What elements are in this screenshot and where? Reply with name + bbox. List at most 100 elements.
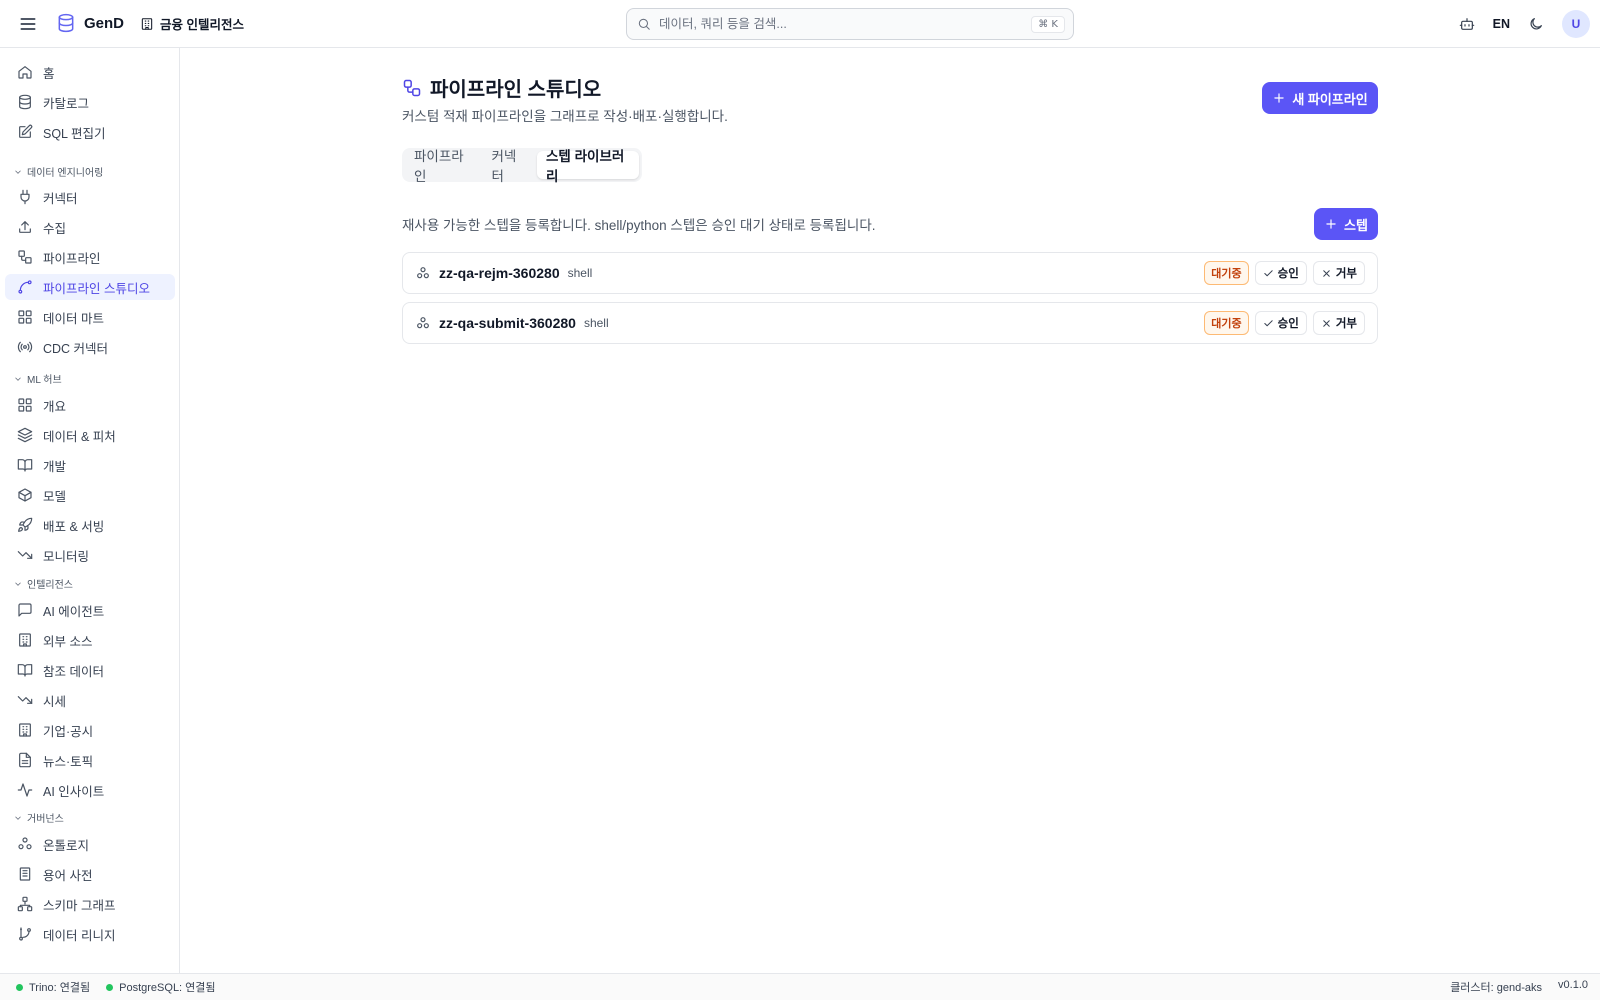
chevron-down-icon [13,374,23,384]
sidebar-item-home[interactable]: 홈 [5,59,175,85]
sidebar-item-label: 모델 [43,489,67,504]
sidebar-item-label: 시세 [43,694,67,709]
sidebar-item-schema-graph[interactable]: 스키마 그래프 [5,891,175,917]
sidebar-item-label: AI 에이전트 [43,604,105,619]
postgres-status: PostgreSQL: 연결됨 [106,979,216,995]
search-input[interactable] [659,17,1024,31]
database-icon [56,12,76,34]
sidebar-item-data-features[interactable]: 데이터 & 피처 [5,422,175,448]
menu-icon[interactable] [18,14,38,34]
avatar[interactable]: U [1562,10,1590,38]
sidebar-item-deploy-serving[interactable]: 배포 & 서빙 [5,512,175,538]
sidebar-item-label: 데이터 리니지 [43,928,116,943]
sidebar-item-market-prices[interactable]: 시세 [5,687,175,713]
trending-down-icon [17,547,33,563]
step-type: shell [567,266,593,280]
top-bar: GenD 금융 인텔리전스 ⌘ K EN U [0,0,1600,48]
layers-icon [17,427,33,443]
bot-icon[interactable] [1457,14,1477,34]
sidebar-item-sql-editor[interactable]: SQL 편집기 [5,119,175,145]
sidebar-group-data-engineering[interactable]: 데이터 엔지니어링 [13,164,103,179]
brand-logo[interactable]: GenD [56,12,124,34]
sidebar-item-company-filings[interactable]: 기업·공시 [5,717,175,743]
trending-down-icon [17,692,33,708]
tab-pipelines[interactable]: 파이프라인 [405,149,481,184]
close-icon [1321,268,1332,279]
boxes-icon [415,265,431,281]
approve-button[interactable]: 승인 [1254,261,1307,285]
edit-icon [17,124,33,140]
status-bar: Trino: 연결됨 PostgreSQL: 연결됨 클러스터: gend-ak… [0,973,1600,1000]
status-dot [106,983,114,991]
check-icon [1263,268,1274,279]
reject-button[interactable]: 거부 [1312,261,1365,285]
sidebar-item-pipeline-studio[interactable]: 파이프라인 스튜디오 [5,274,175,300]
add-step-button[interactable]: 스텝 [1314,208,1378,240]
sidebar-group-label: 인텔리전스 [27,580,73,591]
sidebar-item-ai-insights[interactable]: AI 인사이트 [5,777,175,803]
workflow-icon [402,78,422,98]
status-badge: 대기중 [1204,261,1249,285]
sidebar-group-label: 데이터 엔지니어링 [27,168,104,179]
version-label: v0.1.0 [1558,979,1588,991]
sidebar-item-label: 모니터링 [43,549,90,564]
language-toggle[interactable]: EN [1493,17,1510,31]
reject-button[interactable]: 거부 [1312,311,1365,335]
plug-icon [17,189,33,205]
sidebar-item-label: 수집 [43,221,67,236]
sidebar-item-monitoring[interactable]: 모니터링 [5,542,175,568]
sidebar-item-reference-data[interactable]: 참조 데이터 [5,657,175,683]
step-name: zz-qa-rejm-360280 [439,265,560,281]
sidebar-item-glossary[interactable]: 용어 사전 [5,861,175,887]
tab-connectors[interactable]: 커넥터 [483,149,536,184]
workspace-name: 금융 인텔리전스 [160,18,244,32]
shortcut-hint: ⌘ K [1031,15,1065,33]
sidebar-group-intelligence[interactable]: 인텔리전스 [13,576,73,591]
sidebar-item-data-lineage[interactable]: 데이터 리니지 [5,921,175,947]
global-search[interactable]: ⌘ K [626,8,1074,40]
tab-bar: 파이프라인 커넥터 스텝 라이브러리 [402,148,642,184]
sidebar-item-label: 파이프라인 [43,251,101,266]
moon-icon[interactable] [1526,14,1546,34]
sidebar-item-label: 데이터 & 피처 [43,429,116,444]
workspace-selector[interactable]: 금융 인텔리전스 [140,14,244,33]
chevron-down-icon [13,167,23,177]
sidebar-item-label: 용어 사전 [43,868,93,883]
sidebar-item-news-topics[interactable]: 뉴스·토픽 [5,747,175,773]
new-pipeline-button[interactable]: 새 파이프라인 [1262,82,1378,114]
sidebar-item-cdc-connectors[interactable]: CDC 커넥터 [5,334,175,360]
sidebar-item-pipelines[interactable]: 파이프라인 [5,244,175,270]
check-icon [1263,318,1274,329]
cluster-label: 클러스터: gend-aks [1450,982,1543,994]
sidebar-item-ai-agent[interactable]: AI 에이전트 [5,597,175,623]
search-icon [637,17,651,31]
home-icon [17,64,33,80]
sidebar-item-ontology[interactable]: 온톨로지 [5,831,175,857]
book-open-icon [17,662,33,678]
plus-icon [1324,217,1338,231]
sidebar-item-external-sources[interactable]: 외부 소스 [5,627,175,653]
step-actions: 대기중 승인 거부 [1204,311,1365,335]
sidebar-item-label: 기업·공시 [43,724,94,739]
sidebar-item-label: 배포 & 서빙 [43,519,105,534]
sidebar-item-label: 카탈로그 [43,96,90,111]
plus-icon [1272,91,1286,105]
step-library-description: 재사용 가능한 스텝을 등록합니다. shell/python 스텝은 승인 대… [402,218,876,233]
sidebar-item-label: 외부 소스 [43,634,93,649]
sidebar-item-models[interactable]: 모델 [5,482,175,508]
sidebar-group-label: 거버넌스 [27,814,64,825]
sidebar-group-governance[interactable]: 거버넌스 [13,810,64,825]
sidebar-item-data-mart[interactable]: 데이터 마트 [5,304,175,330]
status-badge: 대기중 [1204,311,1249,335]
approve-button[interactable]: 승인 [1254,311,1307,335]
sidebar-item-catalog[interactable]: 카탈로그 [5,89,175,115]
sidebar-group-ml-hub[interactable]: ML 허브 [13,371,62,386]
tab-step-library[interactable]: 스텝 라이브러리 [537,149,639,184]
sidebar-item-ingest[interactable]: 수집 [5,214,175,240]
boxes-icon [415,315,431,331]
sidebar-item-overview[interactable]: 개요 [5,392,175,418]
sidebar-item-development[interactable]: 개발 [5,452,175,478]
book-open-icon [17,457,33,473]
sidebar-item-connectors[interactable]: 커넥터 [5,184,175,210]
step-name: zz-qa-submit-360280 [439,315,576,331]
